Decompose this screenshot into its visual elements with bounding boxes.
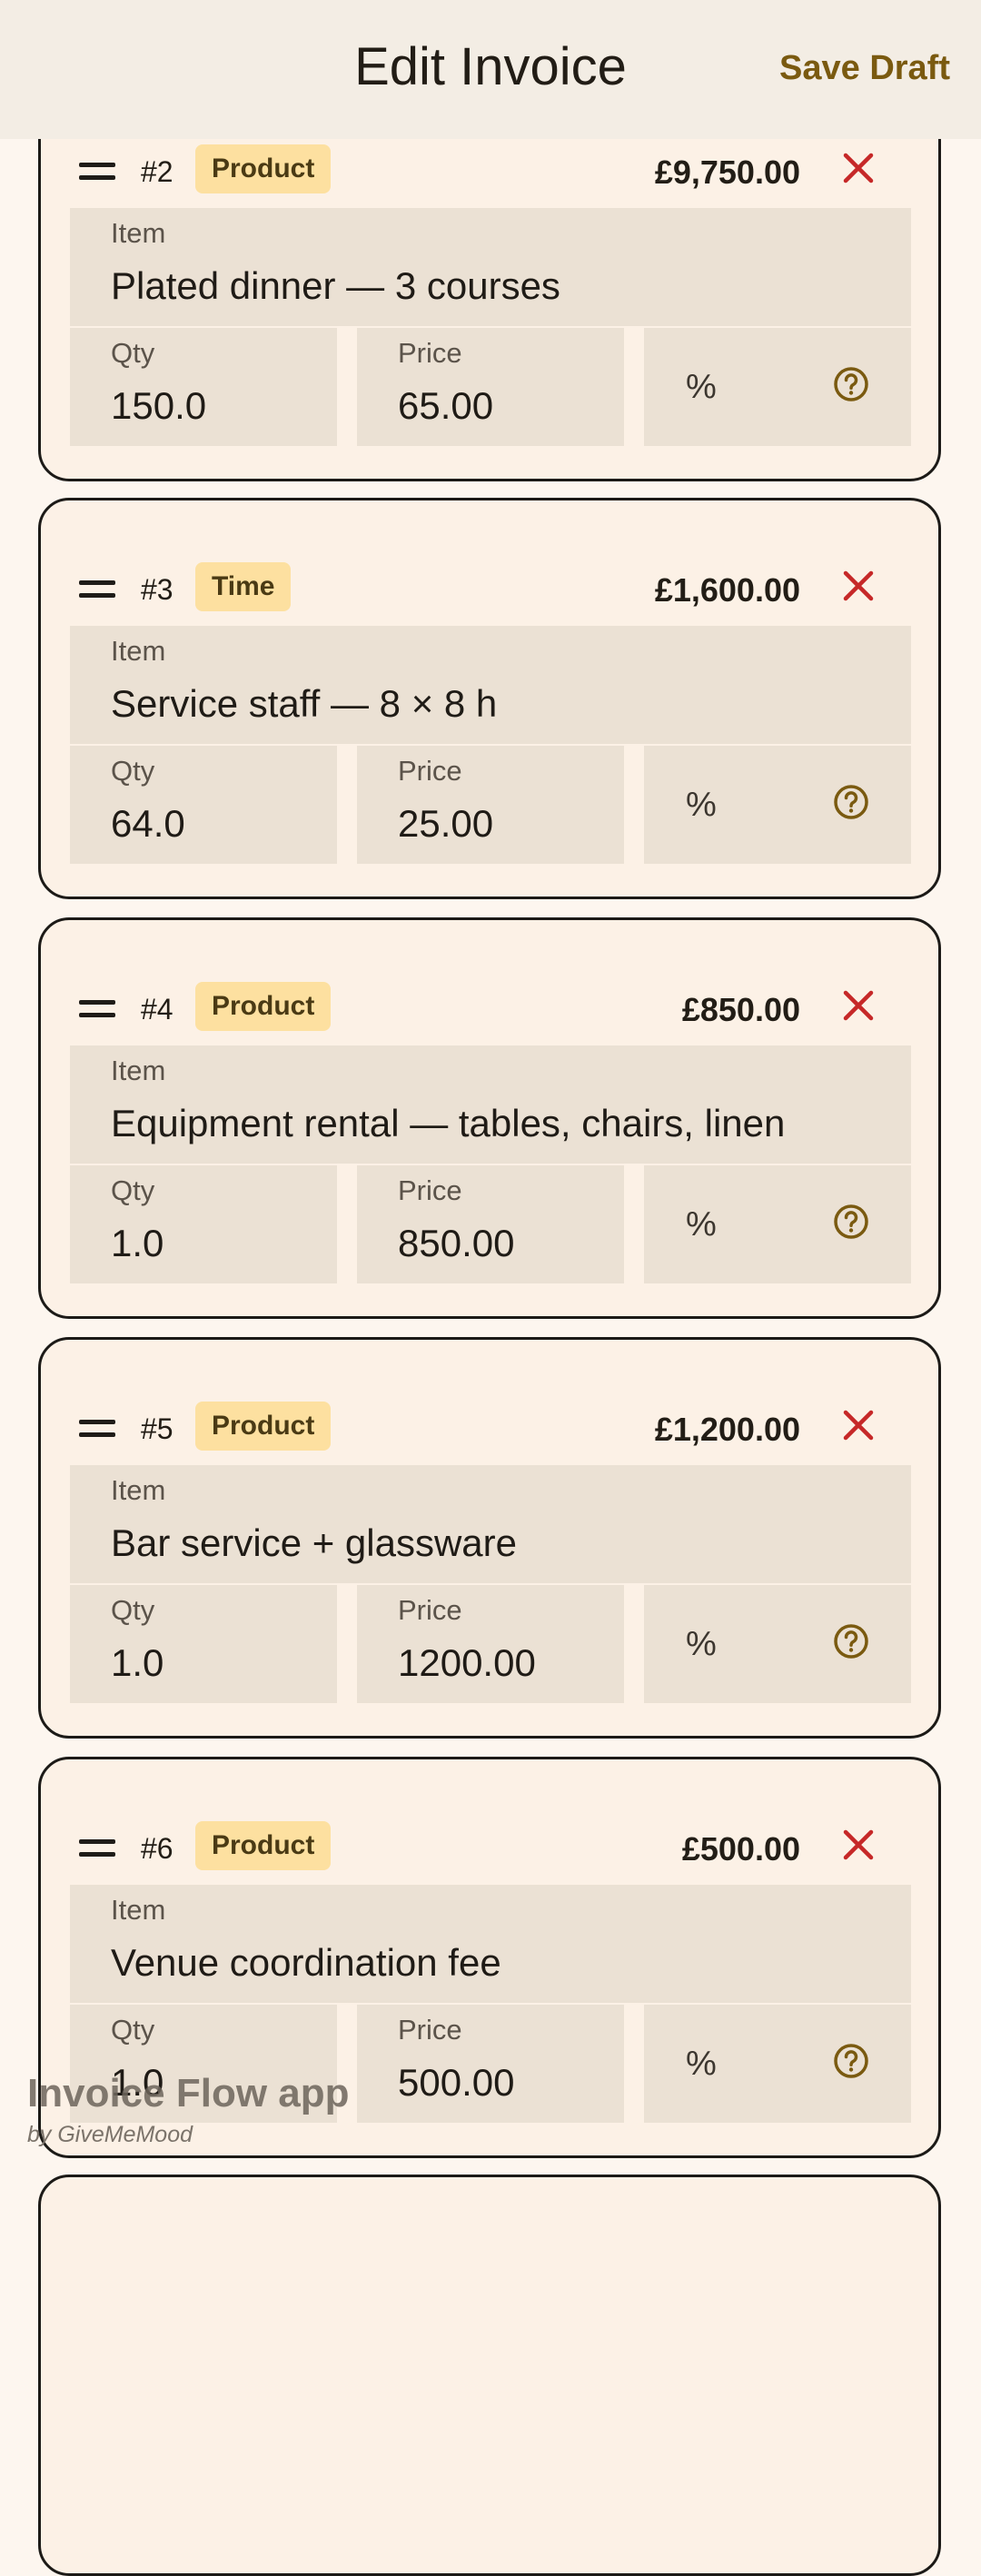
discount-percent-field[interactable]: % — [644, 1585, 911, 1703]
item-value: Venue coordination fee — [111, 1941, 501, 1984]
item-label: Item — [111, 1055, 166, 1086]
discount-percent-field[interactable]: % — [644, 328, 911, 446]
watermark: Invoice Flow app by GiveMeMood — [27, 2071, 350, 2148]
line-number: #3 — [141, 573, 173, 606]
qty-label: Qty — [111, 337, 155, 369]
item-label: Item — [111, 1894, 166, 1926]
percent-label: % — [686, 786, 717, 824]
delete-icon[interactable] — [840, 987, 877, 1024]
percent-label: % — [686, 2045, 717, 2083]
drag-handle-icon[interactable] — [79, 580, 115, 600]
item-label: Item — [111, 217, 166, 249]
qty-value: 1.0 — [111, 1641, 164, 1684]
line-total: £1,600.00 — [654, 571, 800, 609]
qty-label: Qty — [111, 1594, 155, 1626]
price-label: Price — [398, 755, 462, 787]
line-number: #2 — [141, 155, 173, 188]
price-field[interactable]: Price 850.00 — [357, 1165, 624, 1283]
qty-value: 150.0 — [111, 384, 207, 427]
percent-label: % — [686, 1625, 717, 1663]
item-value: Bar service + glassware — [111, 1521, 518, 1564]
discount-percent-field[interactable]: % — [644, 746, 911, 864]
delete-icon[interactable] — [840, 1407, 877, 1443]
item-field[interactable]: Item Equipment rental — tables, chairs, … — [70, 1045, 911, 1164]
item-value: Plated dinner — 3 courses — [111, 264, 560, 307]
line-total: £9,750.00 — [654, 154, 800, 191]
help-icon[interactable] — [833, 1204, 869, 1240]
line-items-list[interactable]: #2 Product £9,750.00 Item Plated dinner … — [0, 0, 981, 2576]
item-field[interactable]: Item Service staff — 8 × 8 h — [70, 626, 911, 744]
item-label: Item — [111, 1474, 166, 1506]
delete-icon[interactable] — [840, 568, 877, 604]
type-badge: Product — [195, 144, 332, 193]
type-badge: Product — [195, 1402, 332, 1451]
line-item-card — [38, 2175, 941, 2576]
type-badge: Time — [195, 562, 292, 611]
qty-field[interactable]: Qty 1.0 — [70, 1585, 337, 1703]
price-value: 1200.00 — [398, 1641, 536, 1684]
watermark-title: Invoice Flow app — [27, 2071, 350, 2115]
type-badge: Product — [195, 1821, 332, 1870]
delete-icon[interactable] — [840, 1827, 877, 1863]
item-field[interactable]: Item Bar service + glassware — [70, 1465, 911, 1583]
line-total: £850.00 — [681, 991, 800, 1028]
item-value: Service staff — 8 × 8 h — [111, 682, 498, 725]
item-field[interactable]: Item Plated dinner — 3 courses — [70, 208, 911, 326]
qty-field[interactable]: Qty 1.0 — [70, 1165, 337, 1283]
price-label: Price — [398, 1594, 462, 1626]
qty-label: Qty — [111, 1174, 155, 1206]
item-label: Item — [111, 635, 166, 667]
discount-percent-field[interactable]: % — [644, 2005, 911, 2123]
price-field[interactable]: Price 65.00 — [357, 328, 624, 446]
app-bar: Edit Invoice Save Draft — [0, 0, 981, 139]
save-draft-button[interactable]: Save Draft — [779, 49, 950, 88]
line-item-card: #5 Product £1,200.00 Item Bar service + … — [38, 1337, 941, 1739]
price-field[interactable]: Price 500.00 — [357, 2005, 624, 2123]
item-field[interactable]: Item Venue coordination fee — [70, 1885, 911, 2003]
watermark-byline: by GiveMeMood — [27, 2122, 193, 2147]
price-field[interactable]: Price 1200.00 — [357, 1585, 624, 1703]
qty-value: 64.0 — [111, 802, 185, 845]
qty-label: Qty — [111, 2014, 155, 2046]
line-item-card: #3 Time £1,600.00 Item Service staff — 8… — [38, 498, 941, 899]
drag-handle-icon[interactable] — [79, 1839, 115, 1859]
qty-label: Qty — [111, 755, 155, 787]
qty-field[interactable]: Qty 150.0 — [70, 328, 337, 446]
help-icon[interactable] — [833, 1623, 869, 1660]
help-icon[interactable] — [833, 784, 869, 820]
drag-handle-icon[interactable] — [79, 163, 115, 183]
discount-percent-field[interactable]: % — [644, 1165, 911, 1283]
drag-handle-icon[interactable] — [79, 1000, 115, 1020]
line-item-card: #4 Product £850.00 Item Equipment rental… — [38, 917, 941, 1319]
line-number: #4 — [141, 993, 173, 1025]
help-icon[interactable] — [833, 2043, 869, 2079]
price-value: 500.00 — [398, 2061, 515, 2104]
percent-label: % — [686, 368, 717, 406]
line-number: #6 — [141, 1832, 173, 1865]
price-label: Price — [398, 337, 462, 369]
price-label: Price — [398, 2014, 462, 2046]
type-badge: Product — [195, 982, 332, 1031]
price-field[interactable]: Price 25.00 — [357, 746, 624, 864]
price-value: 65.00 — [398, 384, 494, 427]
help-icon[interactable] — [833, 366, 869, 402]
qty-field[interactable]: Qty 64.0 — [70, 746, 337, 864]
price-value: 850.00 — [398, 1222, 515, 1264]
line-total: £1,200.00 — [654, 1411, 800, 1448]
price-label: Price — [398, 1174, 462, 1206]
qty-value: 1.0 — [111, 1222, 164, 1264]
delete-icon[interactable] — [840, 150, 877, 186]
drag-handle-icon[interactable] — [79, 1420, 115, 1440]
price-value: 25.00 — [398, 802, 494, 845]
line-item-card: #2 Product £9,750.00 Item Plated dinner … — [38, 80, 941, 481]
line-total: £500.00 — [681, 1830, 800, 1868]
item-value: Equipment rental — tables, chairs, linen — [111, 1102, 786, 1144]
line-number: #5 — [141, 1412, 173, 1445]
percent-label: % — [686, 1205, 717, 1243]
